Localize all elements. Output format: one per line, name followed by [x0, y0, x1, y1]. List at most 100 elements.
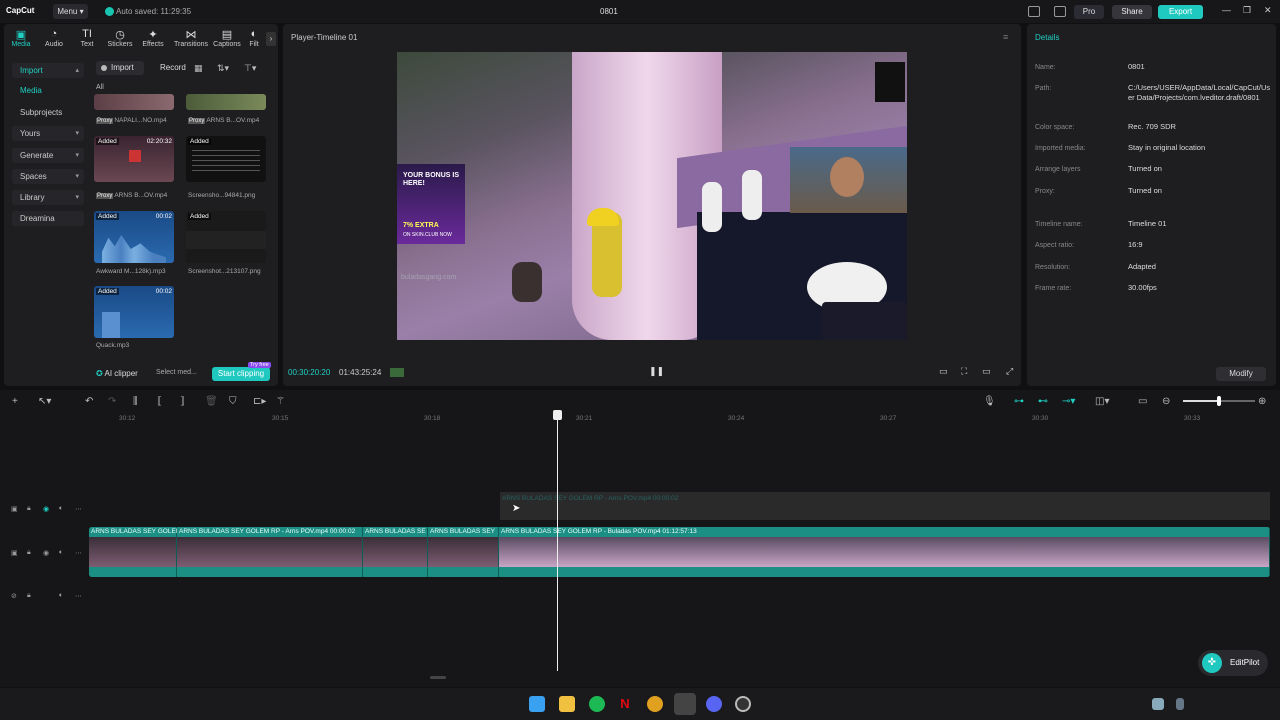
lock-icon[interactable]: 🔒︎ [27, 549, 31, 557]
nav-dreamina[interactable]: Dreamina [12, 211, 84, 226]
crop-icon[interactable]: ⛶ [961, 366, 967, 377]
timeline-clip[interactable]: ARNS BULADAS SEY GOLEM RP - Arns POV.mp4… [177, 527, 363, 577]
audio-icon[interactable]: 🔈︎ [59, 549, 63, 557]
menu-button[interactable]: Menu ▾ [53, 4, 88, 19]
minimize-icon[interactable]: — [1222, 5, 1231, 15]
lock-icon[interactable]: 🔒︎ [27, 505, 31, 513]
redo-icon[interactable]: ↷ [108, 396, 116, 407]
media-thumb[interactable]: Added 00:02 [94, 211, 174, 263]
tab-media[interactable]: ▣ Media [4, 28, 38, 48]
modify-button[interactable]: Modify [1216, 367, 1266, 381]
track-cover-icon[interactable]: ▣ [11, 505, 18, 513]
playhead[interactable] [557, 416, 558, 671]
steam-icon[interactable] [735, 696, 751, 712]
audio-track-icon[interactable]: ⊘ [11, 592, 17, 600]
capcut-taskbar-icon[interactable] [674, 693, 696, 715]
zoom-slider[interactable] [1183, 396, 1255, 406]
layout-icon[interactable] [1028, 6, 1040, 17]
more-icon[interactable]: ⋯ [75, 549, 82, 557]
audio-icon[interactable]: 🔈︎ [59, 592, 63, 600]
pro-button[interactable]: Pro [1074, 5, 1104, 19]
timeline-clip[interactable]: ARNS BULADAS SE [363, 527, 428, 577]
linkage-icon[interactable]: ⊷ [1038, 396, 1048, 407]
tray-mic-icon[interactable] [1176, 698, 1184, 710]
zoom-slider-handle[interactable] [1217, 396, 1221, 406]
undo-icon[interactable]: ↶ [85, 396, 93, 407]
zoom-in-icon[interactable]: ⊕ [1258, 396, 1266, 407]
discord-icon[interactable] [706, 696, 722, 712]
timeline-clip[interactable]: ARNS BULADAS SEY [428, 527, 499, 577]
zoom-out-icon[interactable]: ⊖ [1162, 396, 1170, 407]
snapshot-icon[interactable]: ▭ [1138, 396, 1147, 407]
timeline-clip[interactable]: ARNS BULADAS SEY GOLEM I [89, 527, 185, 577]
netflix-icon[interactable]: N [617, 696, 633, 712]
export-button[interactable]: Export [1158, 5, 1203, 19]
media-thumb[interactable]: Added 02:20:32 [94, 136, 174, 182]
tray-icon[interactable] [1152, 698, 1164, 710]
media-thumb[interactable]: Added 00:02 [94, 286, 174, 338]
tab-text[interactable]: TI Text [70, 28, 104, 48]
eye-icon[interactable]: ◉ [43, 549, 49, 557]
tabs-scroll-right[interactable]: › [266, 32, 276, 46]
scrollbar[interactable] [430, 676, 446, 679]
media-thumb[interactable]: Added [186, 136, 266, 182]
tab-transitions[interactable]: ⋈ Transitions [172, 28, 210, 48]
timeline-clip[interactable]: ARNS BULADAS SEY GOLEM RP - Buladas POV.… [499, 527, 1270, 577]
delete-icon[interactable]: 🗑 [205, 396, 218, 407]
start-clipping-button[interactable]: Start clipping [212, 367, 270, 381]
split-icon[interactable]: ⫼ [133, 396, 138, 407]
windows-start-icon[interactable] [529, 696, 545, 712]
audio-icon[interactable]: 🔈︎ [59, 505, 63, 513]
grid-view-icon[interactable]: ▦ [194, 63, 203, 74]
main-video-track[interactable]: ARNS BULADAS SEY GOLEM I ARNS BULADAS SE… [89, 527, 1270, 577]
nav-generate[interactable]: Generate ▾ [12, 148, 84, 163]
nav-media[interactable]: Media [12, 83, 84, 98]
preview-axis-icon[interactable]: ⊸▾ [1062, 396, 1075, 407]
magnet-icon[interactable]: ⊶ [1014, 396, 1024, 407]
caption-icon[interactable]: ◫▾ [1095, 396, 1109, 407]
player-menu-icon[interactable]: ≡ [1003, 32, 1008, 42]
freeze-icon[interactable]: ⊏▸ [253, 396, 266, 407]
marker-icon[interactable]: ⛉ [229, 396, 237, 407]
tab-stickers[interactable]: ◷ Stickers [103, 28, 137, 48]
close-icon[interactable]: ✕ [1264, 5, 1272, 16]
lock-icon[interactable]: 🔒︎ [27, 592, 31, 600]
more-icon[interactable]: ⋯ [75, 505, 82, 513]
select-tool-icon[interactable]: ↖▾ [38, 396, 51, 407]
time-ruler[interactable]: 30:12 30:15 30:18 30:21 30:24 30:27 30:3… [89, 412, 1280, 426]
media-thumb[interactable] [186, 94, 266, 110]
pause-button[interactable]: ❚❚ [649, 366, 664, 377]
auto-cut-icon[interactable]: ⚚ [276, 396, 285, 407]
add-track-icon[interactable]: + [12, 396, 18, 407]
nav-library[interactable]: Library ▾ [12, 190, 84, 205]
filter-icon[interactable]: ⊤▾ [244, 63, 256, 74]
media-thumb[interactable]: Added [186, 211, 266, 263]
spotify-icon[interactable] [589, 696, 605, 712]
record-button[interactable]: Record [150, 61, 188, 75]
share-button[interactable]: Share [1112, 5, 1152, 19]
nav-subprojects[interactable]: Subprojects [12, 105, 84, 120]
ratio-icon[interactable]: ▭ [982, 366, 991, 377]
track-cover-icon[interactable]: ▣ [11, 549, 18, 557]
chrome-icon[interactable] [647, 696, 663, 712]
tab-captions[interactable]: ▤ Captions [210, 28, 244, 48]
fullscreen-icon[interactable]: ⤢ [1006, 366, 1013, 377]
shortcuts-icon[interactable] [1054, 6, 1066, 17]
dragged-clip-ghost[interactable]: ARNS BULADAS SEY GOLEM RP - Arns POV.mp4… [500, 492, 1270, 520]
nav-import[interactable]: Import ▴ [12, 63, 84, 78]
microphone-icon[interactable]: 🎙 [983, 396, 996, 407]
media-thumb[interactable] [94, 94, 174, 110]
file-explorer-icon[interactable] [559, 696, 575, 712]
sort-icon[interactable]: ⇅▾ [217, 63, 229, 74]
import-button[interactable]: Import [96, 61, 144, 75]
split-right-icon[interactable]: ⟧ [180, 396, 185, 407]
more-icon[interactable]: ⋯ [75, 592, 82, 600]
tab-filters[interactable]: ◐ Filt [244, 28, 264, 48]
nav-spaces[interactable]: Spaces ▾ [12, 169, 84, 184]
restore-icon[interactable]: ❐ [1243, 5, 1251, 16]
full-quality-icon[interactable]: ▭ [939, 366, 948, 377]
video-preview[interactable]: YOUR BONUS IS HERE! 7% EXTRA ON SKIN.CLU… [397, 52, 907, 340]
tab-audio[interactable]: ◔ Audio [37, 28, 71, 48]
editpilot-button[interactable]: ✜ EditPilot [1198, 650, 1268, 676]
split-left-icon[interactable]: ⟦ [157, 396, 162, 407]
